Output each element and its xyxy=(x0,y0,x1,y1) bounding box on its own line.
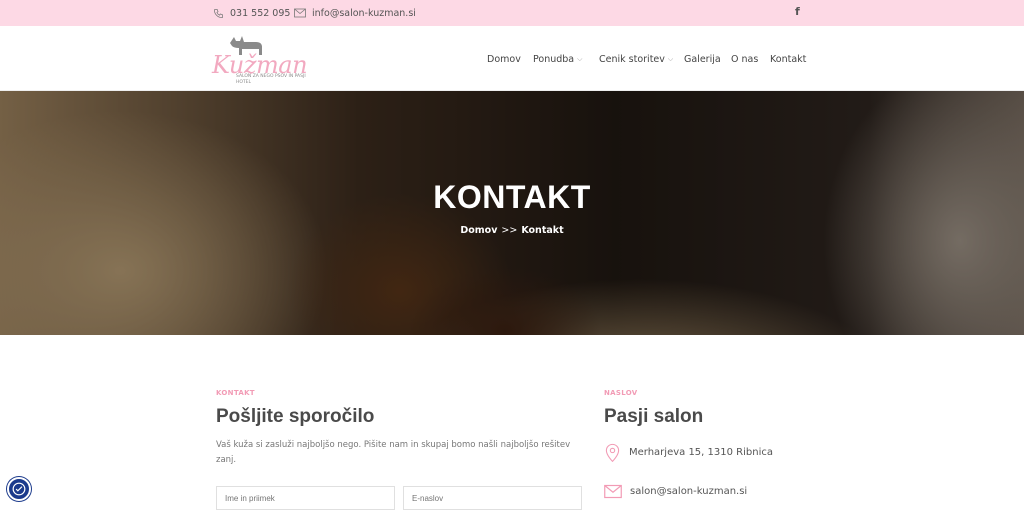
facebook-icon[interactable]: f xyxy=(795,5,800,18)
chevron-down-icon: ⌵ xyxy=(577,54,583,63)
email-input[interactable] xyxy=(403,486,582,510)
nav-item-domov[interactable]: Domov xyxy=(487,52,521,66)
hero-banner: KONTAKT Domov >> Kontakt xyxy=(0,91,1024,335)
topbar-phone: 031 552 095 xyxy=(230,7,291,19)
phone-icon xyxy=(214,8,223,18)
chevron-down-icon: ⌵ xyxy=(667,54,674,63)
page-title: KONTAKT xyxy=(433,179,591,215)
location-pin-icon xyxy=(605,443,620,462)
address-email: salon@salon-kuzman.si xyxy=(630,486,748,497)
envelope-icon xyxy=(604,484,622,499)
breadcrumb: Domov >> Kontakt xyxy=(0,225,1024,236)
nav-item-kontakt[interactable]: Kontakt xyxy=(770,52,806,66)
envelope-icon xyxy=(294,8,306,18)
name-input[interactable] xyxy=(216,486,395,510)
accessibility-icon xyxy=(12,482,26,496)
address-heading: Pasji salon xyxy=(604,406,704,427)
breadcrumb-home-link[interactable]: Domov xyxy=(460,225,497,236)
nav-item-cenik-label: Cenik storitev xyxy=(599,53,665,65)
nav-item-galerija[interactable]: Galerija xyxy=(684,52,721,66)
address-eyebrow: NASLOV xyxy=(604,389,638,397)
nav-item-o-nas[interactable]: O nas xyxy=(731,52,758,66)
address-email-row[interactable]: salon@salon-kuzman.si xyxy=(604,484,747,499)
topbar-email-link[interactable]: info@salon-kuzman.si xyxy=(294,0,416,26)
topbar-phone-link[interactable]: 031 552 095 xyxy=(213,0,290,26)
form-eyebrow: KONTAKT xyxy=(216,389,255,397)
address-street: Merharjeva 15, 1310 Ribnica xyxy=(629,447,773,458)
site-header: Kužman SALON ZA NEGO PSOV IN PASJI HOTEL… xyxy=(0,26,1024,91)
nav-item-ponudba[interactable]: Ponudba ⌵ xyxy=(533,52,582,66)
nav-item-ponudba-label: Ponudba xyxy=(533,53,575,65)
logo-tagline: SALON ZA NEGO PSOV IN PASJI HOTEL xyxy=(236,74,306,85)
accessibility-button[interactable] xyxy=(7,477,31,501)
breadcrumb-separator: >> xyxy=(501,225,518,236)
topbar-email: info@salon-kuzman.si xyxy=(312,7,416,19)
form-heading: Pošljite sporočilo xyxy=(216,406,375,427)
logo[interactable]: Kužman SALON ZA NEGO PSOV IN PASJI HOTEL xyxy=(212,31,308,87)
top-contact-bar: 031 552 095 info@salon-kuzman.si f xyxy=(0,0,1024,26)
nav-item-cenik[interactable]: Cenik storitev ⌵ xyxy=(599,52,673,66)
breadcrumb-current: Kontakt xyxy=(521,225,564,236)
form-description: Vaš kuža si zasluži najboljšo nego. Piši… xyxy=(216,440,571,465)
address-street-row: Merharjeva 15, 1310 Ribnica xyxy=(604,443,773,462)
